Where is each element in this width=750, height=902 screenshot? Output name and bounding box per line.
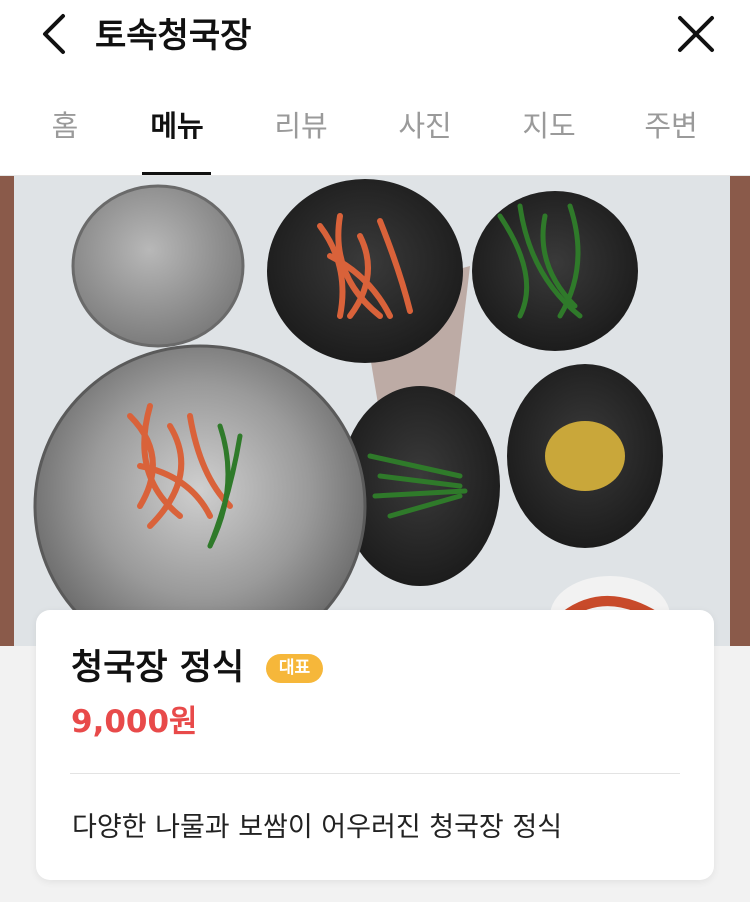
signature-badge: 대표 [266, 654, 323, 683]
menu-description: 다양한 나물과 보쌈이 어우러진 청국장 정식 [72, 812, 563, 843]
menu-card[interactable]: 청국장 정식 대표 9,000원 다양한 나물과 보쌈이 어우러진 청국장 정식 [36, 610, 714, 880]
tab-reviews[interactable]: 리뷰 [274, 104, 327, 148]
tab-photos[interactable]: 사진 [398, 104, 451, 148]
tab-menu[interactable]: 메뉴 [150, 104, 203, 148]
back-button[interactable] [30, 12, 78, 60]
chevron-left-icon [39, 12, 69, 60]
tab-nearby[interactable]: 주변 [644, 104, 697, 148]
menu-price: 9,000원 [71, 704, 198, 740]
active-tab-indicator [142, 172, 211, 175]
page-title: 토속청국장 [95, 16, 252, 56]
tab-bar: 홈 메뉴 리뷰 사진 지도 주변 [0, 72, 750, 176]
top-bar: 토속청국장 [0, 0, 750, 72]
menu-photo[interactable] [0, 176, 750, 646]
close-icon [677, 15, 715, 57]
tab-home[interactable]: 홈 [52, 104, 79, 148]
menu-name: 청국장 정식 [71, 648, 245, 688]
tab-map[interactable]: 지도 [522, 104, 575, 148]
close-button[interactable] [672, 12, 720, 60]
divider [70, 773, 680, 774]
